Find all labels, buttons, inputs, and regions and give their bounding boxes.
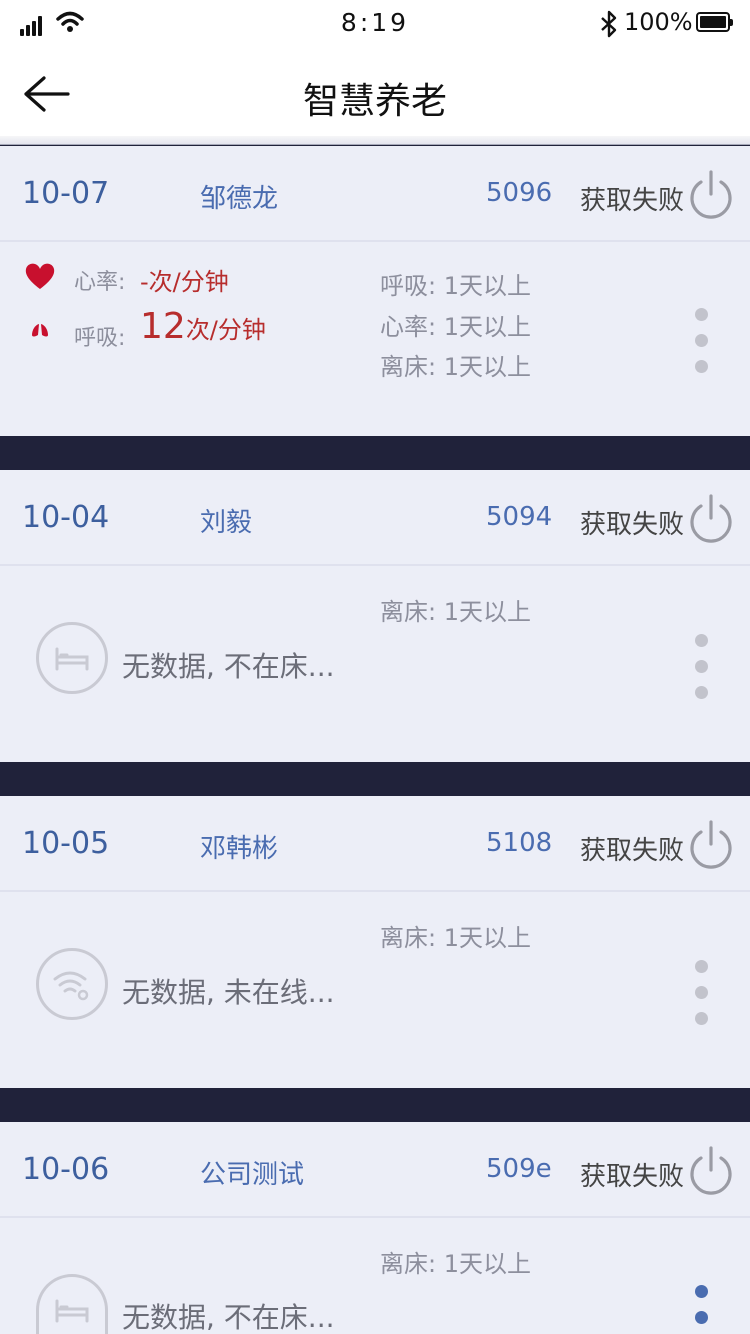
heart-rate-label: 心率: bbox=[74, 270, 126, 295]
no-data-text: 无数据, 不在床... bbox=[122, 1301, 335, 1334]
resident-name[interactable]: 公司测试 bbox=[200, 1154, 304, 1191]
room-number: 10-04 bbox=[22, 500, 110, 535]
card-header: 10-06 公司测试 509e 获取失败 bbox=[0, 1122, 750, 1218]
lungs-icon bbox=[32, 324, 48, 337]
device-code: 5108 bbox=[486, 828, 553, 858]
info-line: 呼吸: 1天以上 bbox=[380, 272, 531, 300]
info-line: 离床: 1天以上 bbox=[380, 924, 531, 952]
nav-divider bbox=[0, 136, 750, 145]
card-header: 10-05 邓韩彬 5108 获取失败 bbox=[0, 796, 750, 892]
resident-name[interactable]: 邓韩彬 bbox=[200, 828, 278, 865]
room-number: 10-06 bbox=[22, 1152, 110, 1187]
breath-rate-label: 呼吸: bbox=[74, 326, 126, 351]
more-icon[interactable] bbox=[695, 1285, 709, 1334]
battery-icon bbox=[696, 12, 733, 32]
status-text: 获取失败 bbox=[580, 510, 685, 540]
device-code: 5096 bbox=[486, 178, 553, 208]
info-line: 心率: 1天以上 bbox=[380, 313, 531, 341]
info-line: 离床: 1天以上 bbox=[380, 598, 531, 626]
card-header: 10-07 邹德龙 5096 获取失败 bbox=[0, 146, 750, 242]
no-data-text: 无数据, 不在床... bbox=[122, 650, 335, 683]
resident-name[interactable]: 刘毅 bbox=[200, 502, 252, 539]
nav-bar: 智慧养老 bbox=[0, 46, 750, 136]
power-icon[interactable] bbox=[686, 492, 736, 544]
battery-percent: 100% bbox=[624, 8, 693, 36]
no-data-text: 无数据, 未在线... bbox=[122, 976, 335, 1009]
resident-card[interactable]: 10-05 邓韩彬 5108 获取失败 bbox=[0, 796, 750, 1088]
room-number: 10-07 bbox=[22, 176, 110, 211]
power-icon[interactable] bbox=[686, 818, 736, 870]
resident-name[interactable]: 邹德龙 bbox=[200, 178, 278, 215]
card-header: 10-04 刘毅 5094 获取失败 bbox=[0, 470, 750, 566]
bluetooth-icon bbox=[601, 10, 617, 38]
status-text: 获取失败 bbox=[580, 186, 685, 216]
resident-card[interactable]: 10-06 公司测试 509e 获取失败 bbox=[0, 1122, 750, 1334]
resident-card[interactable]: 10-04 刘毅 5094 获取失败 bbox=[0, 470, 750, 762]
breath-rate-unit: 次/分钟 bbox=[185, 316, 266, 344]
bed-icon bbox=[36, 622, 108, 694]
status-bar: 8:19 100% bbox=[0, 0, 750, 46]
power-icon[interactable] bbox=[686, 1144, 736, 1196]
more-icon[interactable] bbox=[695, 634, 709, 712]
page-title: 智慧养老 bbox=[302, 81, 447, 122]
device-code: 509e bbox=[486, 1154, 552, 1184]
heart-icon bbox=[25, 263, 55, 289]
info-line: 离床: 1天以上 bbox=[380, 1250, 531, 1278]
breath-rate-value: 12次/分钟 bbox=[140, 306, 266, 347]
power-icon[interactable] bbox=[686, 168, 736, 220]
wifi-off-icon bbox=[36, 948, 108, 1020]
info-line: 离床: 1天以上 bbox=[380, 353, 531, 381]
more-icon[interactable] bbox=[695, 960, 709, 1038]
breath-rate-number: 12 bbox=[140, 306, 186, 347]
room-number: 10-05 bbox=[22, 826, 110, 861]
more-icon[interactable] bbox=[695, 308, 709, 386]
status-text: 获取失败 bbox=[580, 836, 685, 866]
bed-icon bbox=[36, 1274, 108, 1334]
device-code: 5094 bbox=[486, 502, 553, 532]
heart-rate-value: -次/分钟 bbox=[140, 268, 229, 296]
status-text: 获取失败 bbox=[580, 1162, 685, 1192]
